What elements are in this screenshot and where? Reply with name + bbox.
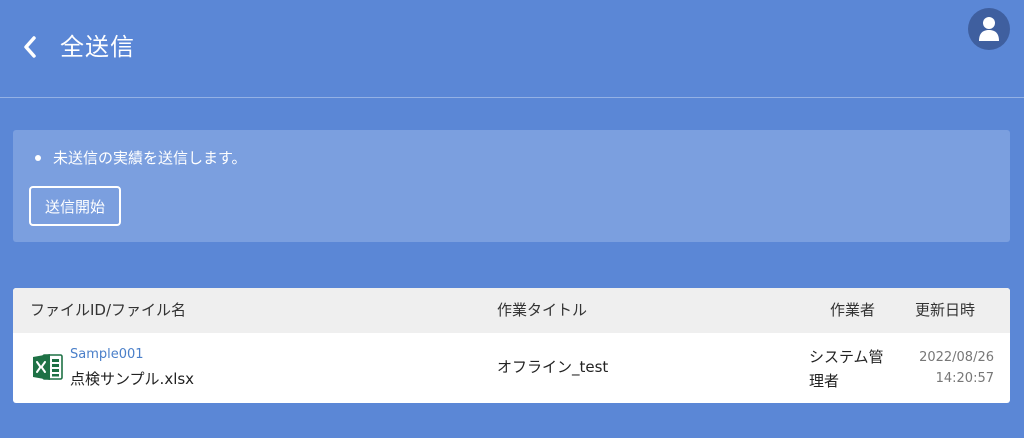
notice-text: 未送信の実績を送信します。 <box>53 149 247 167</box>
start-send-button[interactable]: 送信開始 <box>29 186 122 226</box>
bullet-icon <box>35 155 41 161</box>
updated-date: 2022/08/26 <box>919 350 994 365</box>
column-header-title[interactable]: 作業タイトル <box>497 288 587 333</box>
column-header-file[interactable]: ファイルID/ファイル名 <box>30 288 186 333</box>
excel-icon <box>33 354 63 380</box>
column-header-updated[interactable]: 更新日時 <box>915 288 975 333</box>
file-name: 点検サンプル.xlsx <box>70 370 195 388</box>
notice-item: 未送信の実績を送信します。 <box>35 148 247 168</box>
worker-name: システム管理者 <box>809 348 884 390</box>
file-table: ファイルID/ファイル名 作業タイトル 作業者 更新日時 Sample001 点… <box>13 288 1010 403</box>
updated-time: 14:20:57 <box>935 371 994 386</box>
work-title: オフライン_test <box>497 358 609 376</box>
table-header: ファイルID/ファイル名 作業タイトル 作業者 更新日時 <box>13 288 1010 333</box>
file-id-link[interactable]: Sample001 <box>70 346 144 364</box>
user-avatar-button[interactable] <box>968 8 1010 50</box>
app-header: 全送信 <box>0 0 1024 98</box>
column-header-worker[interactable]: 作業者 <box>830 288 875 333</box>
table-row[interactable]: Sample001 点検サンプル.xlsx オフライン_test システム管理者… <box>13 333 1010 403</box>
send-info-panel: 未送信の実績を送信します。 送信開始 <box>13 130 1010 242</box>
page-title: 全送信 <box>60 33 135 61</box>
updated-datetime: 2022/08/26 14:20:57 <box>919 347 994 389</box>
back-button[interactable] <box>18 33 42 61</box>
chevron-left-icon <box>24 36 36 58</box>
user-icon <box>979 17 999 41</box>
